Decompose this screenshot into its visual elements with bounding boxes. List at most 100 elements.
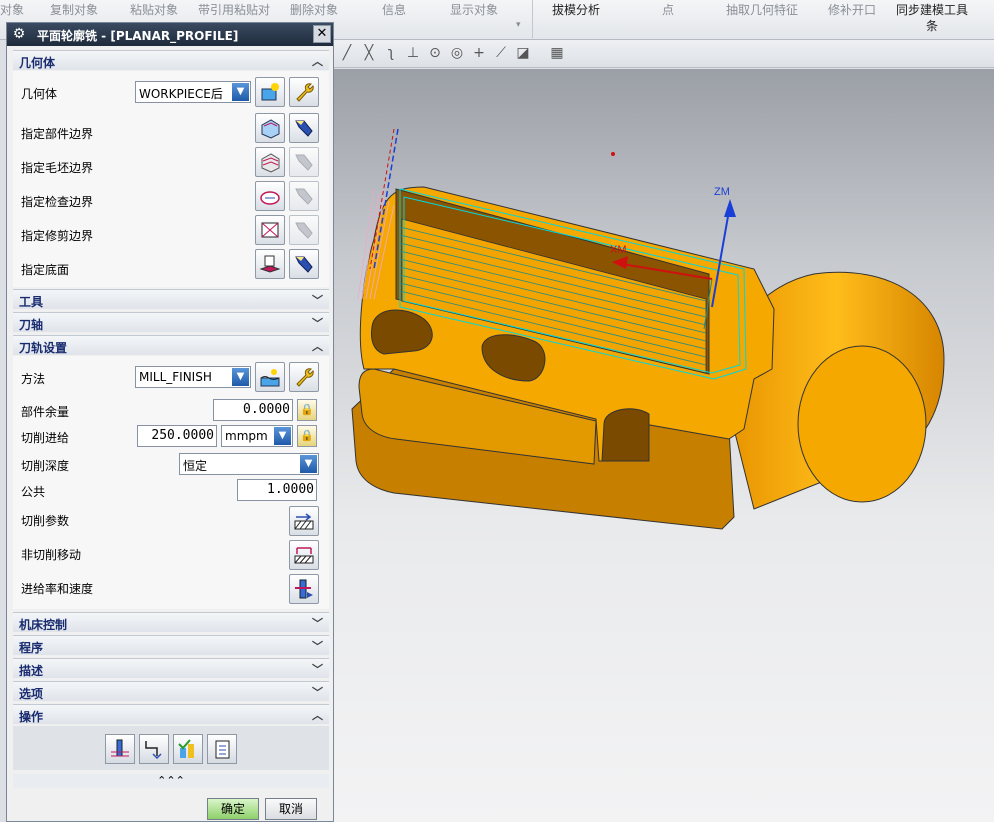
ribbon-separator bbox=[532, 0, 533, 38]
flashlight-icon bbox=[295, 120, 313, 137]
part-boundary-show-button[interactable] bbox=[289, 113, 319, 143]
line-snap-icon[interactable]: ╱ bbox=[338, 44, 356, 62]
edit-method-button[interactable] bbox=[289, 362, 319, 392]
chevron-down-icon[interactable]: ▼ bbox=[232, 368, 249, 386]
part-stock-input[interactable]: 0.0000 bbox=[213, 399, 293, 421]
lock-icon[interactable]: 🔒 bbox=[297, 425, 317, 447]
cancel-button[interactable]: 取消 bbox=[265, 798, 317, 820]
part-boundary-button[interactable] bbox=[255, 113, 285, 143]
trim-boundary-show-button[interactable] bbox=[289, 215, 319, 245]
new-method-button[interactable] bbox=[255, 362, 285, 392]
section-path-settings-header[interactable]: 刀轨设置 ︿ bbox=[13, 335, 329, 355]
collapse-toggle[interactable]: ⌃⌃⌃ bbox=[13, 774, 329, 788]
non-cut-button[interactable] bbox=[289, 540, 319, 570]
replay-button[interactable] bbox=[139, 734, 169, 764]
ribbon-item-sync-modeling[interactable]: 同步建模工具 bbox=[896, 1, 968, 18]
stepover-label: 切削进给 bbox=[21, 431, 70, 445]
lock-icon[interactable]: 🔒 bbox=[297, 399, 317, 421]
trim-boundary-button[interactable] bbox=[255, 215, 285, 245]
trim-boundary-icon bbox=[261, 222, 279, 238]
section-description-header[interactable]: 描述 ﹀ bbox=[13, 658, 329, 678]
quadrant-icon[interactable]: ◎ bbox=[448, 44, 466, 62]
ribbon-item-point[interactable]: 点 bbox=[662, 1, 674, 18]
curve-snap-icon[interactable]: ʅ bbox=[382, 44, 400, 62]
wrench-icon bbox=[296, 368, 314, 387]
chevron-down-icon[interactable]: ▼ bbox=[232, 83, 249, 101]
ribbon-item-delete[interactable]: 删除对象 bbox=[290, 1, 338, 18]
floor-show-button[interactable] bbox=[289, 249, 319, 279]
axis-z-arrow bbox=[724, 199, 736, 217]
gear-icon[interactable]: ⚙ bbox=[11, 26, 27, 42]
chevron-down-icon[interactable]: ▼ bbox=[274, 427, 291, 445]
floor-button[interactable] bbox=[255, 249, 285, 279]
new-geometry-button[interactable] bbox=[255, 77, 285, 107]
chevron-up-icon: ︿ bbox=[312, 709, 323, 722]
ribbon-item-object[interactable]: 对象 bbox=[0, 1, 24, 18]
common-input[interactable]: 1.0000 bbox=[237, 479, 317, 501]
check-boundary-show-button[interactable] bbox=[289, 181, 319, 211]
chevron-down-icon[interactable]: ▼ bbox=[300, 455, 317, 473]
section-description-label: 描述 bbox=[19, 664, 44, 678]
section-tool-header[interactable]: 工具 ﹀ bbox=[13, 289, 329, 309]
grid-icon[interactable]: ▦ bbox=[548, 44, 566, 62]
ribbon-item-copy[interactable]: 复制对象 bbox=[50, 1, 98, 18]
ribbon-item-paste-ref[interactable]: 带引用粘贴对 bbox=[198, 1, 270, 18]
section-program-header[interactable]: 程序 ﹀ bbox=[13, 635, 329, 655]
dialog-titlebar[interactable]: ⚙ 平面轮廓铣 - [PLANAR_PROFILE] ✕ bbox=[7, 23, 333, 46]
geometry-select[interactable]: WORKPIECE后 ▼ bbox=[135, 81, 251, 103]
ribbon-dropdown-icon[interactable]: ▾ bbox=[516, 20, 521, 30]
blank-boundary-show-button[interactable] bbox=[289, 147, 319, 177]
ribbon-item-draft-analysis[interactable]: 拔模分析 bbox=[552, 1, 600, 18]
close-button[interactable]: ✕ bbox=[313, 25, 331, 43]
section-path-settings-label: 刀轨设置 bbox=[19, 341, 68, 355]
graphics-viewport[interactable]: ZM XM bbox=[334, 69, 994, 822]
cylinder-end-face bbox=[797, 345, 927, 503]
ribbon-item-paste[interactable]: 粘贴对象 bbox=[130, 1, 178, 18]
method-select[interactable]: MILL_FINISH ▼ bbox=[135, 366, 251, 388]
feeds-button[interactable] bbox=[289, 574, 319, 604]
stepover-input[interactable]: 250.0000 bbox=[137, 425, 217, 447]
face-snap-icon[interactable]: ◪ bbox=[514, 44, 532, 62]
chevron-down-icon: ﹀ bbox=[312, 294, 323, 307]
section-program-label: 程序 bbox=[19, 641, 44, 655]
list-button[interactable] bbox=[207, 734, 237, 764]
blank-boundary-label: 指定毛坯边界 bbox=[21, 161, 94, 175]
ribbon-item-show[interactable]: 显示对象 bbox=[450, 1, 498, 18]
cut-params-button[interactable] bbox=[289, 506, 319, 536]
ok-button[interactable]: 确定 bbox=[207, 798, 259, 820]
cross-icon[interactable]: + bbox=[470, 44, 488, 62]
ribbon-item-patch[interactable]: 修补开口 bbox=[828, 1, 876, 18]
origin-marker bbox=[611, 152, 615, 156]
edit-geometry-button[interactable] bbox=[289, 77, 319, 107]
section-tool-axis-header[interactable]: 刀轴 ﹀ bbox=[13, 312, 329, 332]
point-on-curve-icon[interactable]: ⟋ bbox=[492, 44, 510, 62]
tangent-snap-icon[interactable]: ⊥ bbox=[404, 44, 422, 62]
ribbon-item-extract[interactable]: 抽取几何特征 bbox=[726, 1, 798, 18]
generate-button[interactable] bbox=[105, 734, 135, 764]
section-geometry-header[interactable]: 几何体 ︿ bbox=[13, 50, 329, 70]
section-options-header[interactable]: 选项 ﹀ bbox=[13, 681, 329, 701]
ribbon-item-info[interactable]: 信息 bbox=[382, 1, 406, 18]
stepover-unit-select[interactable]: mmpm ▼ bbox=[221, 425, 293, 447]
new-method-icon bbox=[260, 369, 280, 387]
method-label: 方法 bbox=[21, 372, 46, 386]
part-stock-label: 部件余量 bbox=[21, 405, 70, 419]
cut-params-icon bbox=[294, 513, 314, 530]
floor-icon bbox=[259, 255, 281, 273]
cut-depth-value: 恒定 bbox=[183, 459, 208, 473]
list-icon bbox=[215, 740, 230, 759]
blank-boundary-button[interactable] bbox=[255, 147, 285, 177]
non-cut-label: 非切削移动 bbox=[21, 548, 82, 562]
section-actions-header[interactable]: 操作 ︿ bbox=[13, 704, 329, 724]
flashlight-icon bbox=[295, 154, 313, 171]
check-boundary-button[interactable] bbox=[255, 181, 285, 211]
chevron-up-icon: ︿ bbox=[312, 340, 323, 353]
circle-center-icon[interactable]: ⊙ bbox=[426, 44, 444, 62]
part-boundary-label: 指定部件边界 bbox=[21, 127, 94, 141]
cut-depth-select[interactable]: 恒定 ▼ bbox=[179, 453, 319, 475]
blank-boundary-icon bbox=[261, 153, 280, 173]
verify-button[interactable] bbox=[173, 734, 203, 764]
geometry-label: 几何体 bbox=[21, 87, 58, 101]
section-machine-control-header[interactable]: 机床控制 ﹀ bbox=[13, 612, 329, 632]
intersect-snap-icon[interactable]: ╳ bbox=[360, 44, 378, 62]
